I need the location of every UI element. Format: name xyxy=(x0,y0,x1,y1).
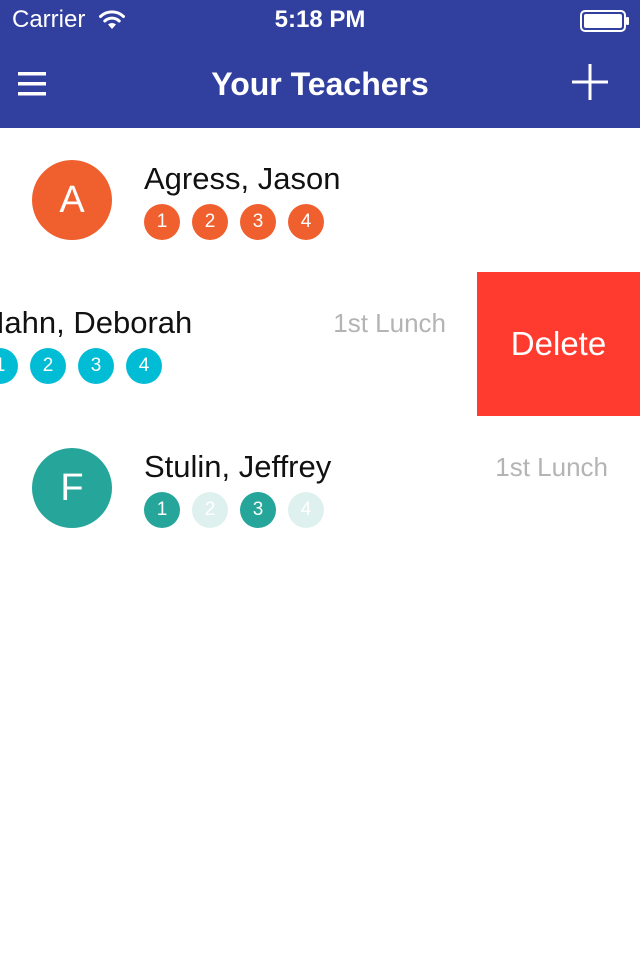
period-badge: 4 xyxy=(126,348,162,384)
teacher-name: Hahn, Deborah xyxy=(0,305,193,340)
period-badge: 3 xyxy=(240,492,276,528)
period-indicators: 1 2 3 4 xyxy=(144,492,324,528)
status-bar: Carrier 5:18 PM xyxy=(0,0,640,40)
avatar: A xyxy=(32,160,112,240)
battery-icon xyxy=(580,10,629,32)
teacher-row-content[interactable]: Hahn, Deborah 1st Lunch 1 2 3 4 xyxy=(0,272,478,416)
period-badge: 2 xyxy=(30,348,66,384)
period-badge: 1 xyxy=(0,348,18,384)
period-badge: 2 xyxy=(192,492,228,528)
period-badge: 1 xyxy=(144,204,180,240)
delete-button[interactable]: Delete xyxy=(477,272,640,416)
header: Carrier 5:18 PM Your Teachers xyxy=(0,0,640,128)
period-badge: 2 xyxy=(192,204,228,240)
lunch-label: 1st Lunch xyxy=(333,308,446,338)
navigation-bar: Your Teachers xyxy=(0,40,640,128)
teacher-row-content[interactable]: A Agress, Jason 1 2 3 4 xyxy=(0,128,640,272)
status-time: 5:18 PM xyxy=(274,6,366,33)
lunch-label: 1st Lunch xyxy=(495,452,608,482)
period-badge: 3 xyxy=(78,348,114,384)
teacher-row-content[interactable]: F Stulin, Jeffrey 1st Lunch 1 2 3 4 xyxy=(0,416,640,560)
period-badge: 3 xyxy=(240,204,276,240)
teacher-row[interactable]: Hahn, Deborah 1st Lunch 1 2 3 4 Delete xyxy=(0,272,640,416)
teacher-row[interactable]: F Stulin, Jeffrey 1st Lunch 1 2 3 4 xyxy=(0,416,640,560)
teacher-name: Agress, Jason xyxy=(144,161,341,196)
plus-icon[interactable] xyxy=(570,62,610,102)
period-indicators: 1 2 3 4 xyxy=(144,204,324,240)
period-badge: 1 xyxy=(144,492,180,528)
period-badge: 4 xyxy=(288,492,324,528)
avatar: F xyxy=(32,448,112,528)
teacher-row[interactable]: A Agress, Jason 1 2 3 4 xyxy=(0,128,640,272)
teacher-list: A Agress, Jason 1 2 3 4 Hahn, Deborah 1s… xyxy=(0,128,640,960)
period-badge: 4 xyxy=(288,204,324,240)
teacher-name: Stulin, Jeffrey xyxy=(144,449,332,484)
period-indicators: 1 2 3 4 xyxy=(0,348,162,384)
page-title: Your Teachers xyxy=(211,66,429,102)
